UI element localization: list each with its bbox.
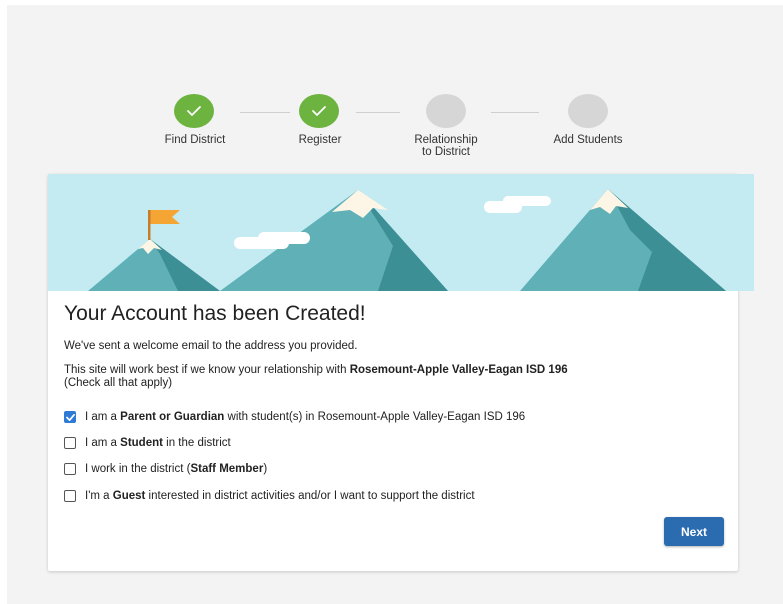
step-add-students-indicator (568, 94, 608, 128)
step-connector (356, 112, 400, 113)
step-relationship-label-line1: Relationship (414, 134, 478, 146)
step-connector (491, 112, 539, 113)
step-find-district-label: Find District (164, 134, 226, 146)
guest-checkbox[interactable] (64, 490, 76, 502)
parent-guardian-option-label[interactable]: I am a Parent or Guardian with student(s… (85, 411, 525, 423)
option-suffix: ) (263, 463, 268, 475)
relationship-hint: (Check all that apply) (64, 377, 173, 389)
step-find-district-indicator (174, 94, 214, 128)
option-role: Guest (112, 490, 146, 502)
parent-guardian-checkbox[interactable] (64, 411, 76, 423)
option-prefix: I am a (85, 411, 121, 423)
option-prefix: I work in the district ( (85, 463, 191, 475)
option-role: Parent or Guardian (120, 411, 225, 423)
checkmark-icon (312, 106, 326, 116)
option-suffix: with student(s) in Rosemount-Apple Valle… (224, 411, 526, 423)
step-relationship-label: Relationship to District (400, 134, 492, 158)
staff-member-option-label[interactable]: I work in the district (Staff Member) (85, 463, 267, 475)
step-relationship-indicator (426, 94, 466, 128)
step-add-students-label: Add Students (553, 134, 623, 146)
relationship-intro: This site will work best if we know your… (64, 364, 568, 377)
option-suffix: in the district (162, 437, 231, 449)
mountains-illustration (88, 189, 726, 291)
checkmark-icon (187, 106, 201, 116)
step-relationship-label-line2: to District (422, 146, 470, 158)
guest-option-label[interactable]: I'm a Guest interested in district activ… (85, 490, 475, 502)
next-button[interactable]: Next (664, 517, 724, 546)
district-name: Rosemount-Apple Valley-Eagan ISD 196 (349, 364, 568, 376)
staff-member-checkbox[interactable] (64, 463, 76, 475)
welcome-email-message: We've sent a welcome email to the addres… (64, 340, 358, 352)
option-suffix: interested in district activities and/or… (145, 490, 475, 502)
student-checkbox[interactable] (64, 437, 76, 449)
step-register-indicator (299, 94, 339, 128)
page-title: Your Account has been Created! (64, 302, 366, 325)
step-register-label: Register (298, 134, 342, 146)
student-option-label[interactable]: I am a Student in the district (85, 437, 231, 449)
option-role: Student (120, 437, 163, 449)
option-prefix: I'm a (85, 490, 113, 502)
option-role: Staff Member (190, 463, 264, 475)
step-connector (240, 112, 290, 113)
option-prefix: I am a (85, 437, 121, 449)
relationship-intro-text: This site will work best if we know your… (64, 364, 350, 376)
mountain-banner-illustration (48, 174, 754, 291)
checkmark-icon (66, 413, 75, 422)
